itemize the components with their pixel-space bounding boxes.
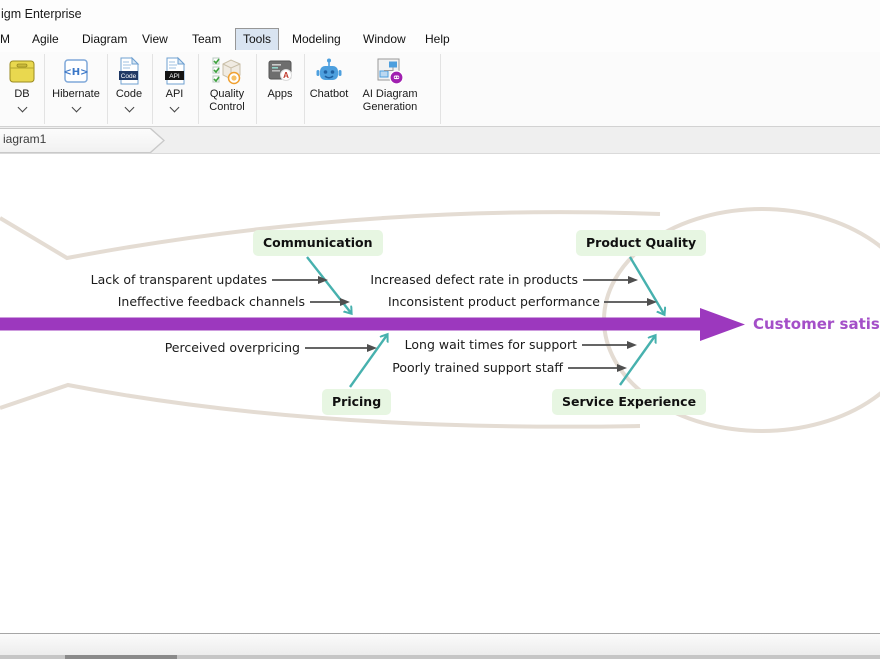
category-node-pricing[interactable]: Pricing — [322, 389, 391, 415]
category-node-product-quality[interactable]: Product Quality — [576, 230, 706, 256]
cause-node[interactable]: Poorly trained support staff — [343, 360, 563, 375]
cause-node[interactable]: Increased defect rate in products — [358, 272, 578, 287]
bottom-panel — [0, 634, 880, 655]
cause-node[interactable]: Lack of transparent updates — [47, 272, 267, 287]
cause-node[interactable]: Ineffective feedback channels — [85, 294, 305, 309]
effect-node[interactable]: Customer satisfaction — [753, 315, 880, 333]
cause-node[interactable]: Inconsistent product performance — [380, 294, 600, 309]
application-window: igm Enterprise M Agile Diagram View Team… — [0, 0, 880, 660]
cause-node[interactable]: Long wait times for support — [357, 337, 577, 352]
category-node-service-experience[interactable]: Service Experience — [552, 389, 706, 415]
category-node-communication[interactable]: Communication — [253, 230, 383, 256]
fishbone-diagram-graphics — [0, 0, 880, 660]
cause-node[interactable]: Perceived overpricing — [80, 340, 300, 355]
horizontal-scrollbar-thumb[interactable] — [65, 655, 177, 659]
